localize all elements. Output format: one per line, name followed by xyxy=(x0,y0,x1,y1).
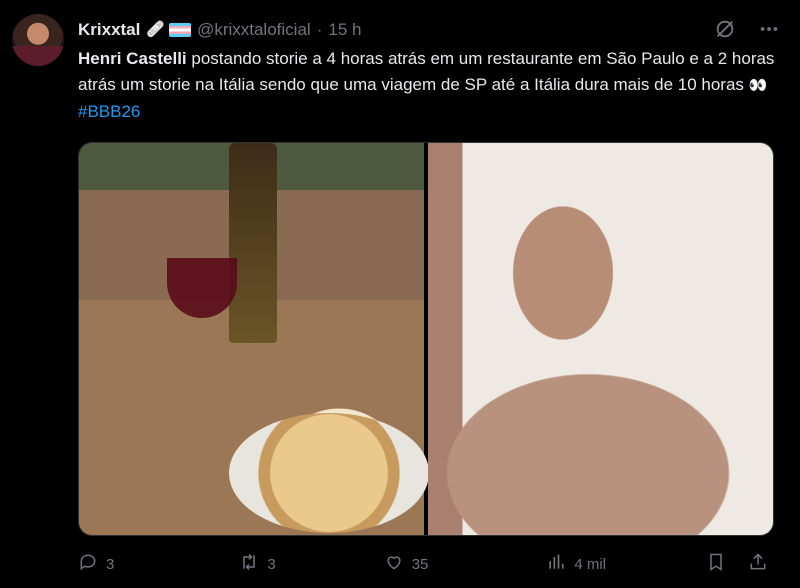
like-count: 35 xyxy=(411,555,429,573)
tweet-time[interactable]: 15 h xyxy=(328,19,361,41)
views-button[interactable]: 4 mil xyxy=(546,552,606,576)
grok-slash-icon[interactable] xyxy=(714,18,736,46)
like-icon xyxy=(384,552,404,576)
separator-dot: · xyxy=(316,20,323,39)
tweet-header: Krixxtal 🩹 @krixxtaloficial · 15 h xyxy=(78,18,780,42)
repost-count: 3 xyxy=(267,555,276,573)
tweet-media[interactable] xyxy=(78,142,774,536)
badge-emoji: 🩹 xyxy=(146,21,166,38)
gratin-dish xyxy=(229,413,429,533)
mentioned-person: Henri Castelli xyxy=(78,49,187,68)
photo-restaurant-meal[interactable] xyxy=(79,143,429,535)
share-icon[interactable] xyxy=(748,552,768,576)
photo-selfie[interactable] xyxy=(428,143,773,535)
hashtag-link[interactable]: #BBB26 xyxy=(78,102,140,121)
bookmark-icon[interactable] xyxy=(706,552,726,576)
reply-icon xyxy=(78,552,98,576)
reply-button[interactable]: 3 xyxy=(78,552,114,576)
action-right-group xyxy=(706,552,768,576)
repost-icon xyxy=(239,552,259,576)
repost-button[interactable]: 3 xyxy=(239,552,276,576)
eyes-emoji: 👀 xyxy=(748,77,768,94)
like-button[interactable]: 35 xyxy=(384,552,429,576)
views-count: 4 mil xyxy=(574,555,607,573)
wine-glass xyxy=(167,258,237,318)
views-icon xyxy=(546,552,566,576)
author-avatar[interactable] xyxy=(12,14,64,66)
wine-bottle xyxy=(229,143,277,343)
header-icons xyxy=(714,18,780,46)
author-name[interactable]: Krixxtal xyxy=(78,19,140,41)
tweet-body: Henri Castelli postando storie a 4 horas… xyxy=(78,46,778,125)
more-icon[interactable] xyxy=(758,18,780,46)
reply-count: 3 xyxy=(106,555,115,573)
author-handle[interactable]: @krixxtaloficial xyxy=(197,19,311,41)
trans-flag-icon xyxy=(169,23,192,37)
tweet-actions: 3 3 35 4 mil xyxy=(78,552,768,576)
